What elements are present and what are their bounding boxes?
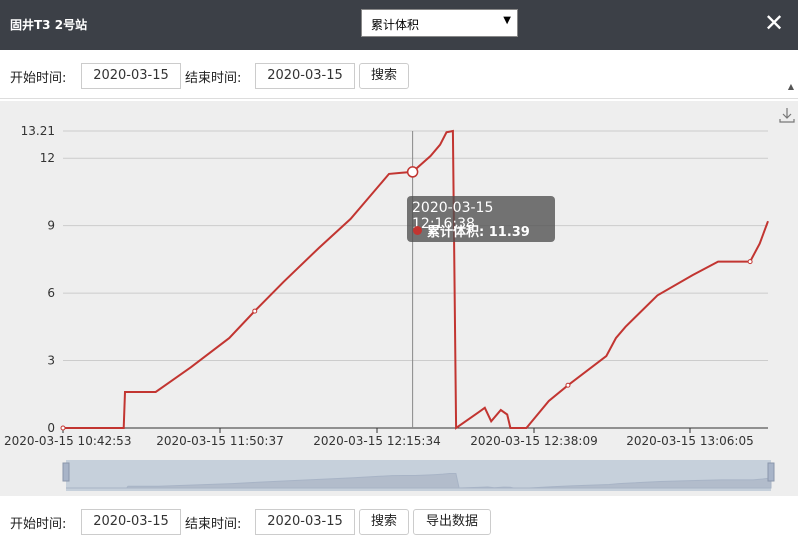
y-tick-label: 9 [47,219,55,233]
bottom-filter-bar: 开始时间: 2020-03-15 结束时间: 2020-03-15 搜索 导出数… [0,496,798,538]
download-icon[interactable] [779,108,795,123]
data-point [252,308,258,314]
x-tick-label: 2020-03-15 10:42:53 [4,434,131,448]
data-point [747,259,753,265]
data-point [60,425,66,431]
x-tick-label: 2020-03-15 12:38:09 [470,434,597,448]
tooltip-value: 累计体积: 11.39 [427,225,530,240]
highlighted-point [406,166,419,178]
y-tick-label: 0 [47,421,55,435]
x-tick-label: 2020-03-15 13:06:05 [626,434,753,448]
line-chart: 03691213.21 2020-03-15 10:42:53 2020-03-1… [4,108,795,491]
export-data-button[interactable]: 导出数据 [413,509,491,535]
zoom-handle-right [767,462,775,482]
x-axis-ticks: 2020-03-15 10:42:53 2020-03-15 11:50:37 20… [4,428,754,448]
y-tick-label: 6 [47,286,55,300]
data-point [565,382,571,388]
start-time-input-bottom[interactable]: 2020-03-15 [81,509,181,535]
series-dot-icon [413,226,422,235]
y-tick-label: 12 [40,151,55,165]
y-tick-label: 13.21 [21,124,55,138]
end-time-input-bottom[interactable]: 2020-03-15 [255,509,355,535]
start-time-label-bottom: 开始时间: [10,517,67,532]
zoom-handle-left [62,462,70,482]
data-zoom-slider[interactable] [62,460,775,491]
tooltip: 2020-03-15 12:16:38 累计体积: 11.39 [407,196,555,242]
y-axis-ticks: 0 3 6 9 12 13.21 [21,124,55,435]
x-tick-label: 2020-03-15 11:50:37 [156,434,283,448]
search-button-bottom[interactable]: 搜索 [359,509,409,535]
end-time-label-bottom: 结束时间: [185,517,242,532]
y-tick-label: 3 [47,354,55,368]
x-tick-label: 2020-03-15 12:15:34 [313,434,440,448]
